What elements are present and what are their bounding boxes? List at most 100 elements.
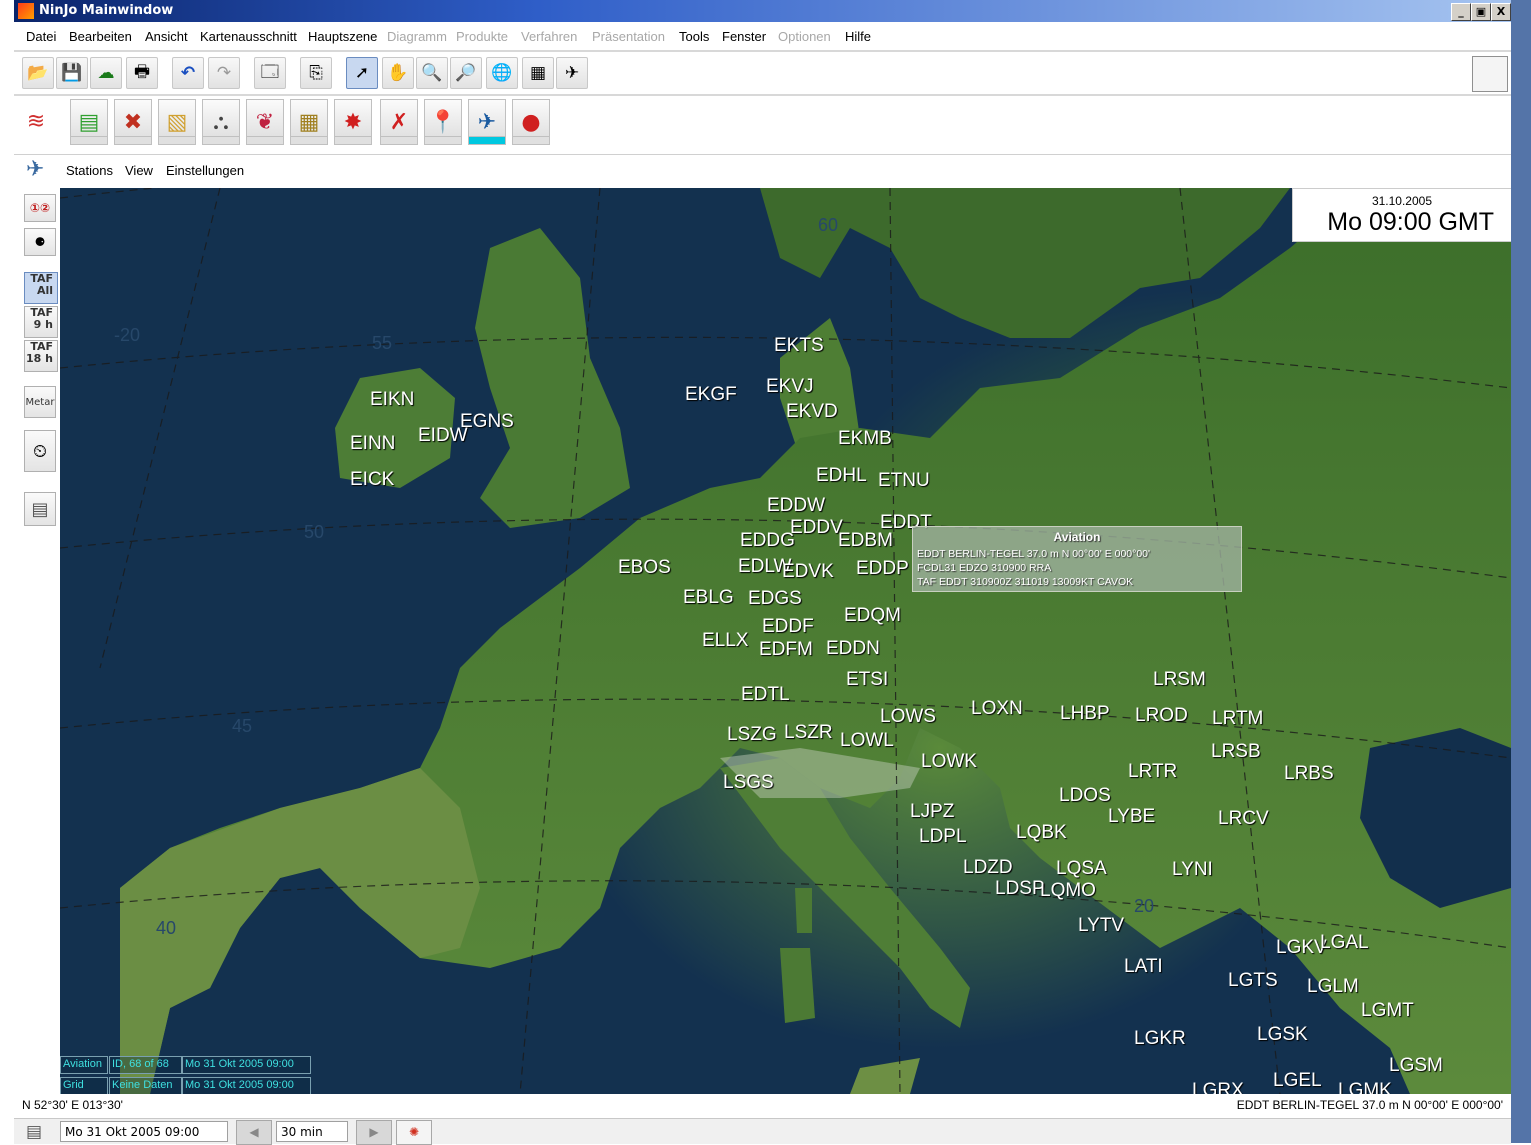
station-eikn[interactable]: EIKN <box>370 390 414 410</box>
menu-ansicht[interactable]: Ansicht <box>145 29 188 44</box>
station-lows[interactable]: LOWS <box>880 707 936 727</box>
station-lgsm[interactable]: LGSM <box>1389 1056 1443 1076</box>
menu-hauptszene[interactable]: Hauptszene <box>308 29 377 44</box>
station-lqbk[interactable]: LQBK <box>1016 823 1067 843</box>
balloon-icon[interactable]: ⚈ <box>24 228 56 256</box>
station-lrtr[interactable]: LRTR <box>1128 762 1177 782</box>
station-edgs[interactable]: EDGS <box>748 589 802 609</box>
menu-datei[interactable]: Datei <box>26 29 56 44</box>
station-ldzd[interactable]: LDZD <box>963 858 1013 878</box>
station-lrtm[interactable]: LRTM <box>1212 709 1263 729</box>
menu-praesentation[interactable]: Präsentation <box>592 29 665 44</box>
station-einn[interactable]: EINN <box>350 434 395 454</box>
cross-layer-icon[interactable]: ✖ <box>114 99 152 145</box>
station-lowk[interactable]: LOWK <box>921 752 977 772</box>
station-lgsk[interactable]: LGSK <box>1257 1025 1308 1045</box>
wind-icon[interactable]: ✗ <box>380 99 418 145</box>
station-lati[interactable]: LATI <box>1124 957 1163 977</box>
station-lyni[interactable]: LYNI <box>1172 860 1213 880</box>
calendar-icon[interactable]: ▤ <box>26 1122 42 1142</box>
station-etnu[interactable]: ETNU <box>878 471 930 491</box>
station-ebos[interactable]: EBOS <box>618 558 671 578</box>
station-lgts[interactable]: LGTS <box>1228 971 1278 991</box>
station-eick[interactable]: EICK <box>350 470 394 490</box>
menu-einstellungen[interactable]: Einstellungen <box>166 163 244 178</box>
station-loxn[interactable]: LOXN <box>971 699 1023 719</box>
overview-toggle[interactable] <box>1472 56 1508 92</box>
station-lrsm[interactable]: LRSM <box>1153 670 1206 690</box>
station-etsi[interactable]: ETSI <box>846 670 888 690</box>
station-lqsa[interactable]: LQSA <box>1056 859 1107 879</box>
hand-pan-icon[interactable]: ✋ <box>382 57 414 89</box>
station-lowl[interactable]: LOWL <box>840 731 894 751</box>
counter-icon[interactable]: ①② <box>24 194 56 222</box>
taf-all-button[interactable]: TAF All <box>24 272 58 304</box>
menu-verfahren[interactable]: Verfahren <box>521 29 577 44</box>
time-cycle-icon[interactable]: ⏲ <box>24 430 56 472</box>
presentation-icon[interactable]: 🗔 <box>254 57 286 89</box>
menu-diagramm[interactable]: Diagramm <box>387 29 447 44</box>
red-pin-icon[interactable]: 📍 <box>424 99 462 145</box>
station-lhbp[interactable]: LHBP <box>1060 704 1110 724</box>
map-view[interactable]: 60 55 50 45 40 20 -20 EKTS EKGF EKVJ EKV… <box>60 188 1511 1094</box>
menu-view[interactable]: View <box>125 163 153 178</box>
grid-icon[interactable]: ▦ <box>522 57 554 89</box>
station-lrsb[interactable]: LRSB <box>1211 742 1261 762</box>
globe-cloud-icon[interactable]: ☁ <box>90 57 122 89</box>
station-ekvj[interactable]: EKVJ <box>766 377 814 397</box>
aviation-icon[interactable]: ✈ <box>468 99 506 145</box>
grid-layer-icon[interactable]: ⛬ <box>202 99 240 145</box>
airplane-tools-icon[interactable]: ✈ <box>556 57 588 89</box>
menu-optionen[interactable]: Optionen <box>778 29 831 44</box>
chart-layer-icon[interactable]: ▤ <box>70 99 108 145</box>
station-ldsp[interactable]: LDSP <box>995 879 1045 899</box>
step-back-icon[interactable]: ◀ <box>236 1120 272 1145</box>
station-lgmk[interactable]: LGMK <box>1338 1081 1392 1095</box>
station-eddv[interactable]: EDDV <box>790 518 843 538</box>
station-eddn[interactable]: EDDN <box>826 639 880 659</box>
station-lybe[interactable]: LYBE <box>1108 807 1155 827</box>
globe-icon[interactable]: 🌐 <box>486 57 518 89</box>
menu-tools[interactable]: Tools <box>679 29 709 44</box>
zoom-out-icon[interactable]: 🔎 <box>450 57 482 89</box>
station-edtl[interactable]: EDTL <box>741 685 790 705</box>
field-layer-icon[interactable]: ▧ <box>158 99 196 145</box>
table-icon[interactable]: ▤ <box>24 492 56 526</box>
minimize-button[interactable]: _ <box>1451 3 1471 21</box>
station-lgmt[interactable]: LGMT <box>1361 1001 1414 1021</box>
layers-icon[interactable]: ≋ <box>18 99 54 143</box>
station-lgrx[interactable]: LGRX <box>1192 1081 1244 1095</box>
menu-hilfe[interactable]: Hilfe <box>845 29 871 44</box>
station-lgal[interactable]: LGAL <box>1320 933 1369 953</box>
menu-fenster[interactable]: Fenster <box>722 29 766 44</box>
station-lrod[interactable]: LROD <box>1135 706 1188 726</box>
save-icon[interactable]: 💾 <box>56 57 88 89</box>
time-step-field[interactable]: 30 min <box>276 1121 348 1142</box>
station-edqm[interactable]: EDQM <box>844 606 901 626</box>
taf-18h-button[interactable]: TAF 18 h <box>24 340 58 372</box>
station-eblg[interactable]: EBLG <box>683 588 734 608</box>
station-lsgs[interactable]: LSGS <box>723 773 774 793</box>
station-eddp[interactable]: EDDP <box>856 559 909 579</box>
close-button[interactable]: X <box>1491 3 1511 21</box>
open-folder-icon[interactable]: 📂 <box>22 57 54 89</box>
station-lgkr[interactable]: LGKR <box>1134 1029 1186 1049</box>
front-layer-icon[interactable]: ❦ <box>246 99 284 145</box>
export-icon[interactable]: ⎘ <box>300 57 332 89</box>
station-ldos[interactable]: LDOS <box>1059 786 1111 806</box>
layer-grid-name[interactable]: Grid <box>60 1077 108 1094</box>
station-ekvd[interactable]: EKVD <box>786 402 838 422</box>
menu-stations[interactable]: Stations <box>66 163 113 178</box>
station-lrbs[interactable]: LRBS <box>1284 764 1334 784</box>
station-edbm[interactable]: EDBM <box>838 531 893 551</box>
red-circle-icon[interactable]: ● <box>512 99 550 145</box>
station-edhl[interactable]: EDHL <box>816 466 867 486</box>
station-edvk[interactable]: EDVK <box>782 562 834 582</box>
menu-bearbeiten[interactable]: Bearbeiten <box>69 29 132 44</box>
station-eddg[interactable]: EDDG <box>740 531 795 551</box>
metar-button[interactable]: Metar <box>24 386 56 418</box>
red-symbol-icon[interactable]: ✸ <box>334 99 372 145</box>
menu-kartenausschnitt[interactable]: Kartenausschnitt <box>200 29 297 44</box>
station-ekts[interactable]: EKTS <box>774 336 824 356</box>
datetime-field[interactable]: Mo 31 Okt 2005 09:00 <box>60 1121 228 1142</box>
